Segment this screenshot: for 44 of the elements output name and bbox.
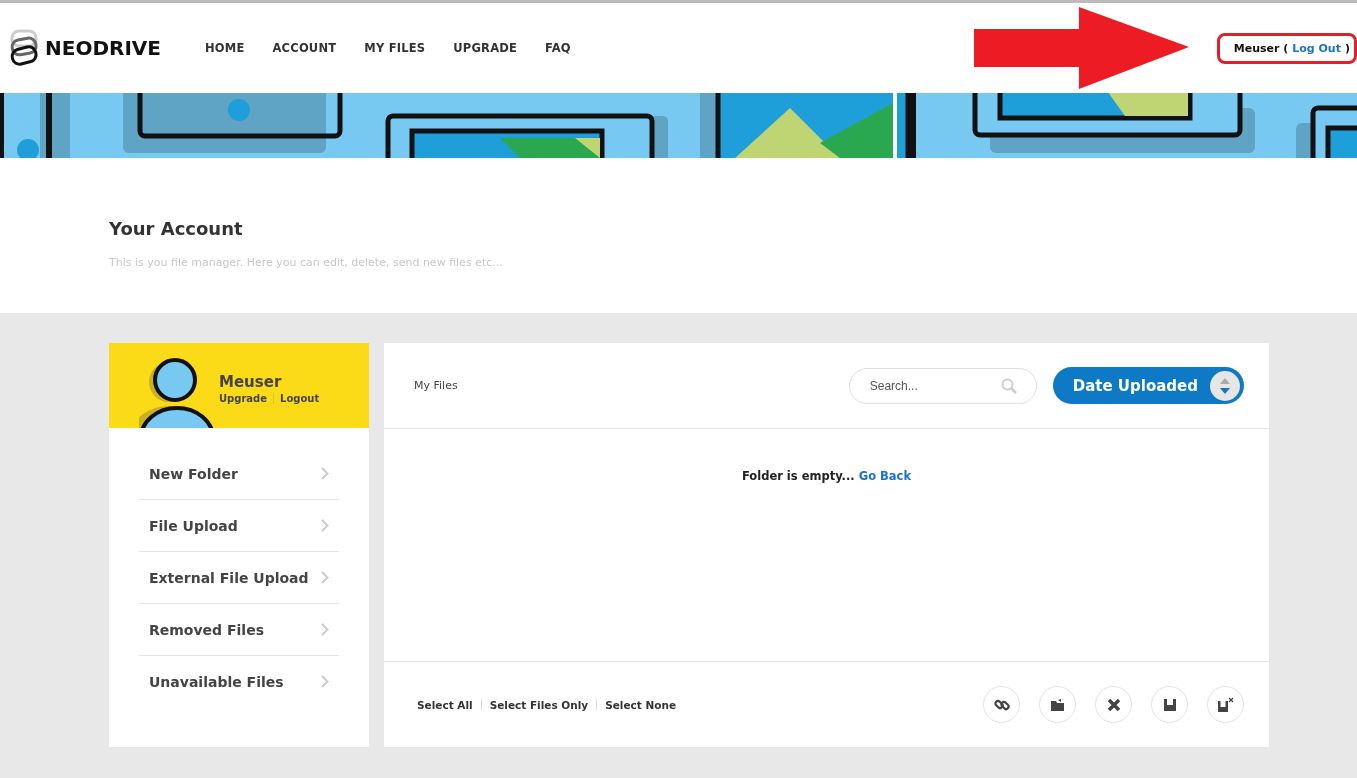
chevron-icon (321, 467, 329, 480)
nav-link[interactable]: FAQ (531, 41, 585, 55)
nav-link[interactable]: ACCOUNT (258, 41, 351, 55)
nav-link[interactable]: UPGRADE (439, 41, 532, 55)
search-icon (1000, 377, 1017, 394)
delete-button[interactable] (1095, 686, 1132, 723)
search-field[interactable]: Search... (848, 367, 1037, 404)
folder-icon (1049, 697, 1066, 712)
menu-item[interactable]: Unavailable Files (139, 656, 339, 707)
user-name: Meuser ( (1233, 41, 1289, 55)
chevron-icon (321, 675, 329, 688)
avatar-icon (139, 358, 215, 428)
select-link[interactable]: Select Files Only (481, 698, 597, 711)
go-back-link[interactable]: Go Back (858, 469, 912, 483)
menu-item[interactable]: New Folder (139, 448, 339, 500)
chevron-icon (321, 571, 329, 584)
nav-link[interactable]: MY FILES (350, 41, 440, 55)
save-button[interactable] (1151, 686, 1188, 723)
profile-name: Meuser (219, 373, 283, 391)
chevron-icon (321, 519, 329, 532)
profile-link[interactable]: Upgrade (219, 393, 268, 404)
breadcrumb: My Files (414, 379, 458, 392)
log-out-link[interactable]: Log Out (1292, 41, 1341, 55)
delete-icon (1106, 697, 1121, 712)
save-icon (1162, 697, 1177, 712)
sort-dropdown[interactable]: Date Uploaded (1052, 367, 1244, 404)
select-link[interactable]: Select All (409, 698, 481, 711)
menu-item[interactable]: Removed Files (139, 604, 339, 656)
logo-icon (9, 29, 39, 67)
move-button[interactable] (1039, 686, 1076, 723)
select-link[interactable]: Select None (597, 698, 685, 711)
page-title: Your Account (109, 218, 244, 239)
menu-item[interactable]: External File Upload (139, 552, 339, 604)
unsave-button[interactable] (1207, 686, 1244, 723)
brand-name: NEODRIVE (45, 36, 161, 60)
sort-icon (1210, 370, 1240, 401)
empty-message: Folder is empty... Go Back (740, 469, 913, 483)
paren-text: ) (1344, 41, 1350, 55)
chevron-icon (321, 623, 329, 636)
menu-item[interactable]: File Upload (139, 500, 339, 552)
link-button[interactable] (983, 686, 1020, 723)
nav-link[interactable]: HOME (191, 41, 259, 55)
unsave-icon (1216, 696, 1235, 713)
profile-link[interactable]: Logout (280, 393, 320, 404)
